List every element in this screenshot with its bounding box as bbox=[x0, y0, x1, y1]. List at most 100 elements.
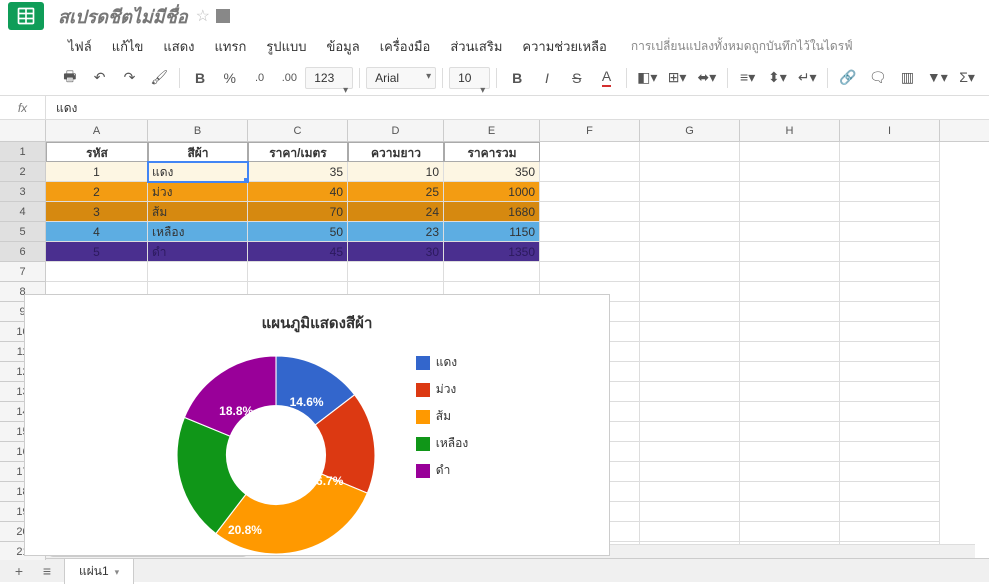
cell[interactable] bbox=[840, 322, 940, 342]
menu-data[interactable]: ข้อมูล bbox=[318, 32, 367, 61]
cell[interactable]: 24 bbox=[348, 202, 444, 222]
cell[interactable]: ราคา/เมตร bbox=[248, 142, 348, 162]
cell[interactable] bbox=[444, 262, 540, 282]
sheet-tab[interactable]: แผ่น1 bbox=[64, 558, 134, 584]
menu-format[interactable]: รูปแบบ bbox=[258, 32, 314, 61]
cell[interactable] bbox=[640, 242, 740, 262]
cell[interactable] bbox=[740, 522, 840, 542]
row-header[interactable]: 7 bbox=[0, 262, 45, 282]
cell[interactable]: 10 bbox=[348, 162, 444, 182]
cell[interactable] bbox=[840, 222, 940, 242]
cell[interactable] bbox=[640, 462, 740, 482]
undo-icon[interactable]: ↶ bbox=[86, 64, 114, 92]
cell[interactable] bbox=[840, 522, 940, 542]
cell[interactable] bbox=[640, 302, 740, 322]
row-header[interactable]: 3 bbox=[0, 182, 45, 202]
cell[interactable] bbox=[640, 382, 740, 402]
cell[interactable]: 350 bbox=[444, 162, 540, 182]
insert-comment-button[interactable]: 🗨 bbox=[864, 64, 892, 92]
cell[interactable] bbox=[740, 322, 840, 342]
cell[interactable]: ม่วง bbox=[148, 182, 248, 202]
cell[interactable]: 45 bbox=[248, 242, 348, 262]
cell[interactable]: ราคารวม bbox=[444, 142, 540, 162]
italic-button[interactable]: I bbox=[533, 64, 561, 92]
cell[interactable]: 4 bbox=[46, 222, 148, 242]
cell[interactable] bbox=[840, 442, 940, 462]
col-header[interactable]: E bbox=[444, 120, 540, 141]
bold-sample-icon[interactable]: B bbox=[186, 64, 214, 92]
h-align-button[interactable]: ≡▾ bbox=[734, 64, 762, 92]
decimal-decrease-button[interactable]: .0 bbox=[246, 64, 274, 92]
cell[interactable]: 70 bbox=[248, 202, 348, 222]
cell[interactable]: ดำ bbox=[148, 242, 248, 262]
cell[interactable]: รหัส bbox=[46, 142, 148, 162]
row-header[interactable]: 2 bbox=[0, 162, 45, 182]
cell[interactable] bbox=[640, 202, 740, 222]
redo-icon[interactable]: ↷ bbox=[116, 64, 144, 92]
cell[interactable] bbox=[640, 442, 740, 462]
embedded-chart[interactable]: แผนภูมิแสดงสีผ้า 14.6% 16.7% 20.8% 18.8%… bbox=[24, 294, 610, 556]
cell[interactable] bbox=[148, 262, 248, 282]
paint-format-icon[interactable]: 🖌 bbox=[145, 64, 173, 92]
col-header[interactable]: B bbox=[148, 120, 248, 141]
cell[interactable] bbox=[248, 262, 348, 282]
sheet-area[interactable]: A B C D E F G H I 1 2 3 4 5 6 7 8 9 10 1… bbox=[0, 120, 989, 560]
cell[interactable] bbox=[640, 362, 740, 382]
strike-button[interactable]: S bbox=[563, 64, 591, 92]
cell[interactable] bbox=[740, 402, 840, 422]
cell[interactable] bbox=[640, 182, 740, 202]
move-to-folder-icon[interactable] bbox=[216, 9, 230, 23]
star-icon[interactable]: ☆ bbox=[196, 6, 210, 26]
cell[interactable]: 2 bbox=[46, 182, 148, 202]
row-header[interactable]: 1 bbox=[0, 142, 45, 162]
cell[interactable] bbox=[740, 162, 840, 182]
insert-link-button[interactable]: 🔗 bbox=[834, 64, 862, 92]
cell[interactable] bbox=[840, 282, 940, 302]
menu-file[interactable]: ไฟล์ bbox=[60, 32, 100, 61]
row-header[interactable]: 5 bbox=[0, 222, 45, 242]
cell[interactable]: เหลือง bbox=[148, 222, 248, 242]
selection-handle[interactable] bbox=[244, 178, 248, 182]
col-header[interactable]: A bbox=[46, 120, 148, 141]
cell[interactable] bbox=[840, 382, 940, 402]
cell[interactable] bbox=[740, 302, 840, 322]
cell[interactable]: 5 bbox=[46, 242, 148, 262]
cell[interactable]: 40 bbox=[248, 182, 348, 202]
font-size-select[interactable]: 10 bbox=[449, 67, 490, 89]
cell[interactable]: 23 bbox=[348, 222, 444, 242]
cell[interactable] bbox=[840, 202, 940, 222]
col-header[interactable]: C bbox=[248, 120, 348, 141]
v-align-button[interactable]: ⬍▾ bbox=[764, 64, 792, 92]
cell[interactable] bbox=[740, 502, 840, 522]
cell[interactable] bbox=[740, 422, 840, 442]
cell[interactable] bbox=[640, 162, 740, 182]
cell[interactable] bbox=[640, 502, 740, 522]
cell[interactable]: ส้ม bbox=[148, 202, 248, 222]
decimal-increase-button[interactable]: .00 bbox=[275, 64, 303, 92]
row-header[interactable]: 6 bbox=[0, 242, 45, 262]
cell[interactable] bbox=[740, 242, 840, 262]
cell[interactable] bbox=[840, 262, 940, 282]
col-header[interactable]: G bbox=[640, 120, 740, 141]
cell[interactable] bbox=[640, 402, 740, 422]
number-format-select[interactable]: 123 bbox=[305, 67, 353, 89]
cell[interactable]: 35 bbox=[248, 162, 348, 182]
cell[interactable] bbox=[540, 242, 640, 262]
cell[interactable] bbox=[840, 462, 940, 482]
cell[interactable]: 30 bbox=[348, 242, 444, 262]
functions-button[interactable]: Σ▾ bbox=[953, 64, 981, 92]
cell[interactable] bbox=[840, 362, 940, 382]
cell[interactable] bbox=[540, 182, 640, 202]
font-select[interactable]: Arial bbox=[366, 67, 436, 89]
sheets-logo[interactable] bbox=[8, 2, 44, 30]
all-sheets-button[interactable]: ≡ bbox=[36, 562, 58, 580]
cell[interactable] bbox=[640, 282, 740, 302]
row-header[interactable]: 4 bbox=[0, 202, 45, 222]
cell[interactable] bbox=[540, 202, 640, 222]
cell[interactable] bbox=[740, 442, 840, 462]
cell[interactable] bbox=[740, 482, 840, 502]
col-header[interactable]: I bbox=[840, 120, 940, 141]
cell[interactable] bbox=[840, 422, 940, 442]
cell[interactable] bbox=[640, 482, 740, 502]
cell[interactable] bbox=[840, 242, 940, 262]
